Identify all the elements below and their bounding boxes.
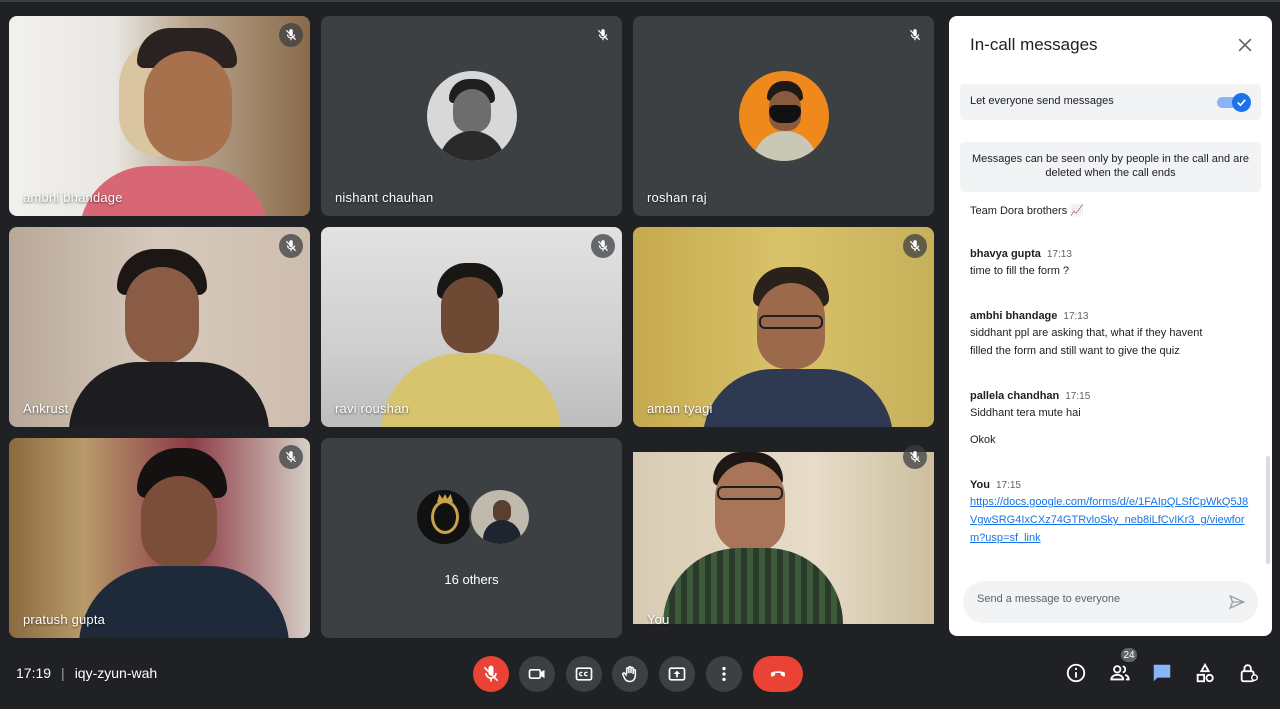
more-vert-icon	[722, 666, 726, 682]
participant-name: You	[647, 612, 670, 627]
message-item: ambhi bhandage 17:13 siddhant ppl are ask…	[970, 306, 1250, 360]
participant-avatar	[427, 71, 517, 161]
hand-icon	[622, 665, 637, 683]
close-icon[interactable]	[1234, 34, 1256, 56]
muted-mic-icon	[903, 234, 927, 258]
meeting-info: 17:19 | iqy-zyun-wah	[16, 665, 157, 681]
message-sender: pallela chandhan	[970, 390, 1060, 402]
toggle-camera-button[interactable]	[519, 656, 555, 692]
separator: |	[61, 665, 65, 681]
muted-mic-icon	[903, 23, 927, 47]
self-tile[interactable]: You	[633, 438, 934, 638]
others-count-label: 16 others	[444, 572, 499, 587]
muted-mic-icon	[279, 23, 303, 47]
message-item: You 17:15 https://docs.google.com/forms/d…	[970, 475, 1250, 547]
participant-tile[interactable]: ambhi bhandage	[9, 16, 310, 216]
panel-title: In-call messages	[970, 35, 1098, 54]
participant-name: Ankrust	[23, 401, 69, 416]
participant-video	[9, 438, 310, 638]
message-sender: ambhi bhandage	[970, 310, 1058, 322]
toggle-label: Let everyone send messages	[970, 95, 1114, 107]
participant-tile[interactable]: Ankrust	[9, 227, 310, 427]
activities-button[interactable]	[1193, 661, 1217, 685]
participant-count-badge: 24	[1119, 646, 1139, 664]
participant-video	[633, 227, 934, 427]
participant-tile[interactable]: aman tyagi	[633, 227, 934, 427]
form-link[interactable]: https://docs.google.com/forms/d/e/1FAIpQ…	[970, 493, 1250, 547]
participant-video	[9, 16, 310, 216]
check-icon	[1232, 93, 1251, 112]
current-time: 17:19	[16, 665, 52, 681]
muted-mic-icon	[279, 445, 303, 469]
participant-name: nishant chauhan	[335, 190, 434, 205]
message-composer	[963, 581, 1258, 623]
muted-mic-icon	[279, 234, 303, 258]
leave-call-button[interactable]	[753, 656, 803, 692]
meeting-details-button[interactable]	[1064, 661, 1088, 685]
lock-person-icon	[1240, 664, 1258, 683]
people-icon	[1110, 665, 1130, 681]
message-item: Team Dora brothers 📈	[970, 202, 1250, 220]
muted-mic-icon	[903, 445, 927, 469]
participant-avatar	[739, 71, 829, 161]
end-call-icon	[771, 671, 785, 677]
participant-name: aman tyagi	[647, 401, 713, 416]
message-sender: bhavya gupta	[970, 248, 1041, 260]
activities-icon	[1196, 662, 1214, 683]
captions-icon	[575, 667, 593, 681]
message-time: 17:13	[1046, 249, 1072, 260]
host-controls-button[interactable]	[1237, 661, 1261, 685]
captions-button[interactable]	[566, 656, 602, 692]
present-icon	[668, 667, 686, 681]
chat-panel: In-call messages Let everyone send messa…	[949, 16, 1272, 636]
participant-video	[9, 227, 310, 427]
messages-info-notice: Messages can be seen only by people in t…	[960, 142, 1261, 192]
participant-avatar	[415, 488, 473, 546]
participant-name: roshan raj	[647, 190, 707, 205]
participant-tile[interactable]: nishant chauhan	[321, 16, 622, 216]
raise-hand-button[interactable]	[612, 656, 648, 692]
info-icon	[1066, 663, 1086, 683]
people-button[interactable]	[1108, 661, 1132, 685]
others-tile[interactable]: 16 others	[321, 438, 622, 638]
let-everyone-send-row: Let everyone send messages	[960, 84, 1261, 120]
camera-icon	[528, 669, 545, 679]
present-screen-button[interactable]	[659, 656, 695, 692]
message-item: pallela chandhan 17:15 Siddhant tera mute…	[970, 386, 1250, 449]
meet-window: ambhi bhandage nishant chauhan roshan ra…	[0, 0, 1280, 709]
let-everyone-send-toggle[interactable]	[1217, 93, 1251, 112]
participant-tile[interactable]: roshan raj	[633, 16, 934, 216]
message-sender: You	[970, 479, 990, 491]
participant-video	[321, 227, 622, 427]
meeting-code: iqy-zyun-wah	[74, 665, 158, 681]
participant-avatar	[469, 488, 531, 546]
participant-name: ravi roushan	[335, 401, 409, 416]
participant-tile[interactable]: pratush gupta	[9, 438, 310, 638]
participant-name: pratush gupta	[23, 612, 106, 627]
message-text: Okok	[970, 434, 996, 446]
message-time: 17:15	[995, 480, 1021, 491]
participant-name: ambhi bhandage	[23, 190, 123, 205]
message-text: siddhant ppl are asking that, what if th…	[970, 327, 1203, 339]
toggle-microphone-button[interactable]	[473, 656, 509, 692]
message-input[interactable]	[977, 593, 1217, 605]
message-text: time to fill the form ?	[970, 265, 1070, 277]
chat-icon	[1153, 664, 1171, 682]
more-options-button[interactable]	[706, 656, 742, 692]
send-icon[interactable]	[1228, 593, 1246, 611]
chat-button[interactable]	[1150, 661, 1174, 685]
message-text: filled the form and still want to give t…	[970, 345, 1180, 357]
message-text: Team Dora brothers 📈	[970, 205, 1084, 217]
message-time: 17:13	[1063, 311, 1089, 322]
self-video	[633, 438, 934, 638]
muted-mic-icon	[591, 23, 615, 47]
muted-mic-icon	[591, 234, 615, 258]
message-text: Siddhant tera mute hai	[970, 407, 1081, 419]
message-time: 17:15	[1065, 391, 1091, 402]
mic-off-icon	[483, 665, 499, 682]
participant-tile[interactable]: ravi roushan	[321, 227, 622, 427]
chat-scrollbar[interactable]	[1266, 456, 1270, 564]
top-divider	[0, 0, 1280, 2]
message-item: bhavya gupta 17:13 time to fill the form …	[970, 244, 1250, 280]
